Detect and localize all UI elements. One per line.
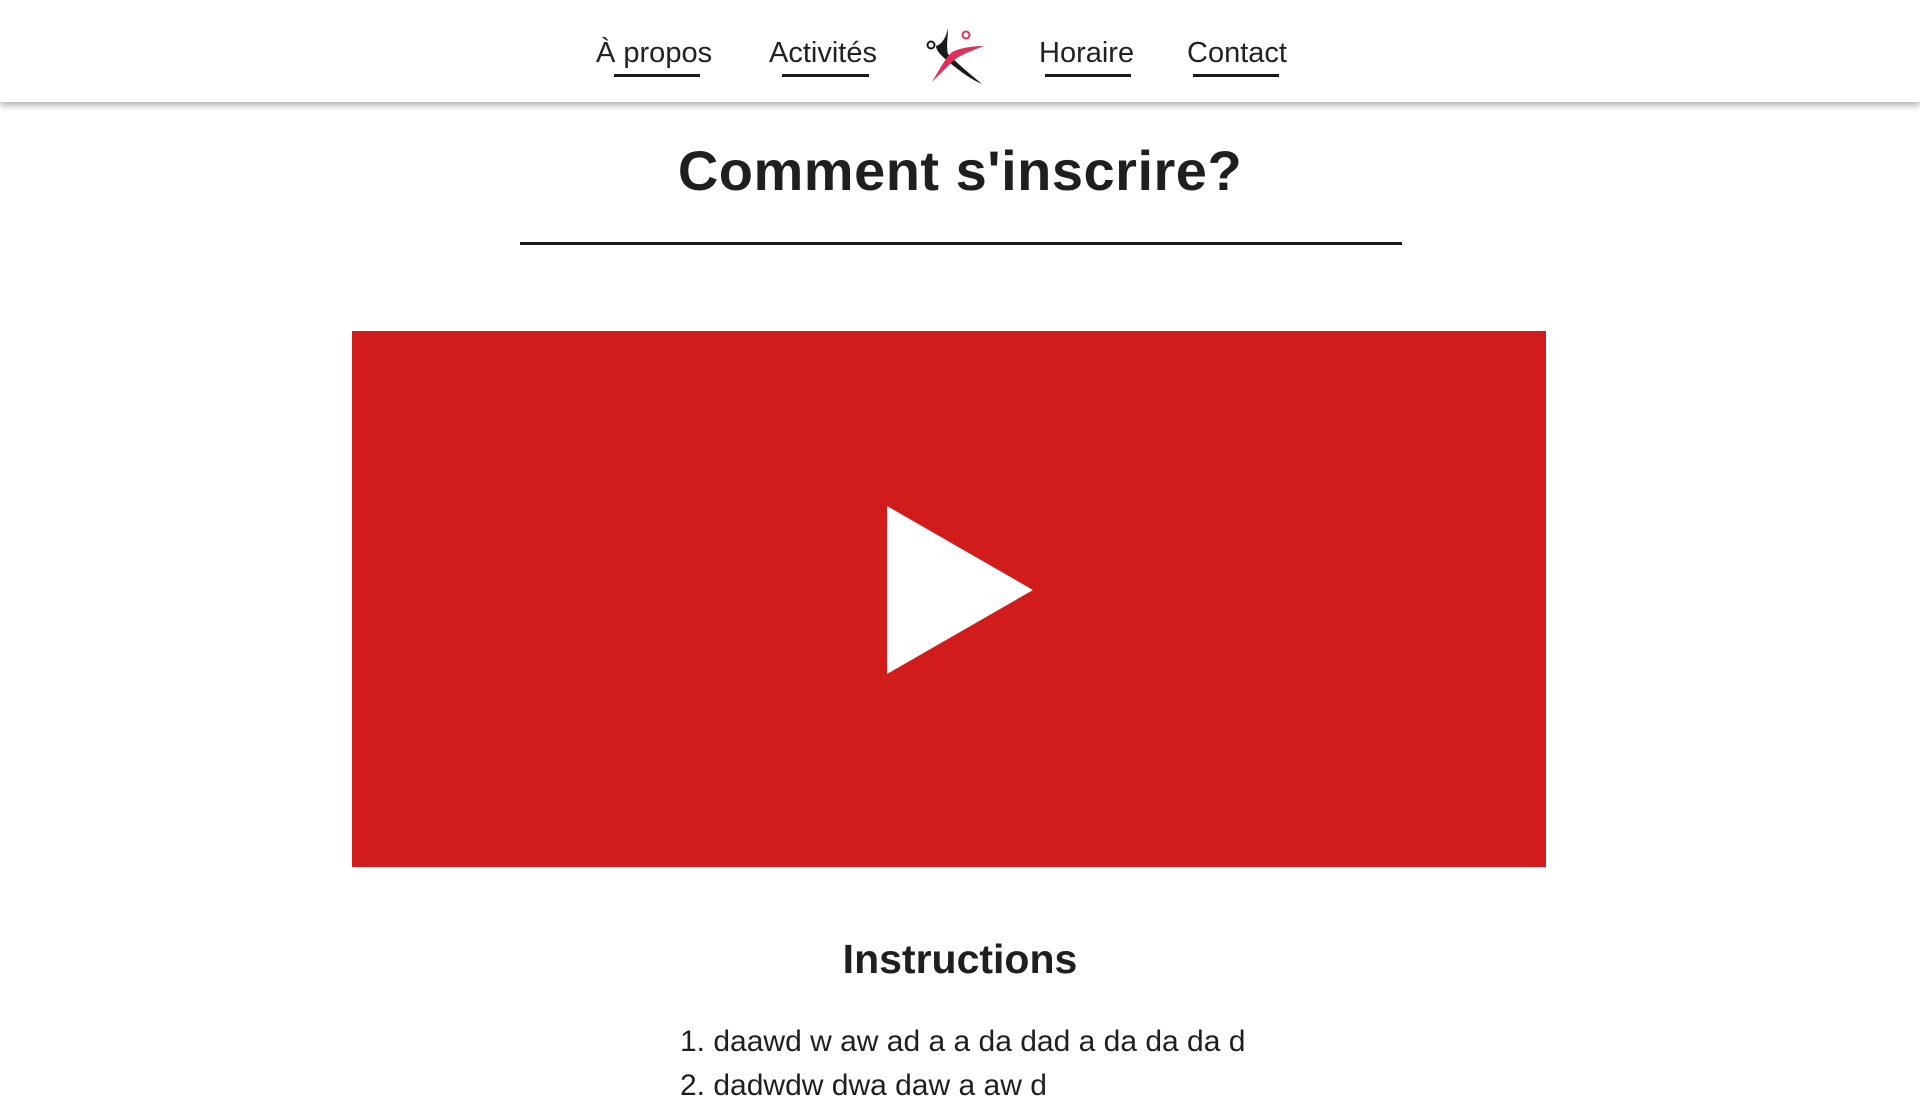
nav-link-contact[interactable]: Contact [1187,33,1287,73]
top-navbar: À propos Activités Horaire Contact [0,0,1920,102]
title-divider [520,242,1402,245]
dancer-logo-icon[interactable] [924,24,990,86]
nav-link-a-propos[interactable]: À propos [596,33,712,73]
play-icon[interactable] [887,506,1033,674]
nav-link-horaire-underline [1045,74,1131,77]
instructions-list: 1. daawd w aw ad a a da dad a da da da d… [680,1020,1245,1108]
page-title: Comment s'inscrire? [677,139,1243,202]
instructions-heading: Instructions [842,936,1078,982]
instruction-step: 2. dadwdw dwa daw a aw d [680,1069,1047,1102]
nav-link-activites-underline [782,74,869,77]
nav-link-a-propos-underline [614,74,700,77]
nav-link-horaire[interactable]: Horaire [1039,33,1134,73]
nav-link-activites[interactable]: Activités [769,33,877,73]
nav-link-contact-underline [1193,74,1279,77]
instruction-step: 1. daawd w aw ad a a da dad a da da da d [680,1025,1246,1058]
